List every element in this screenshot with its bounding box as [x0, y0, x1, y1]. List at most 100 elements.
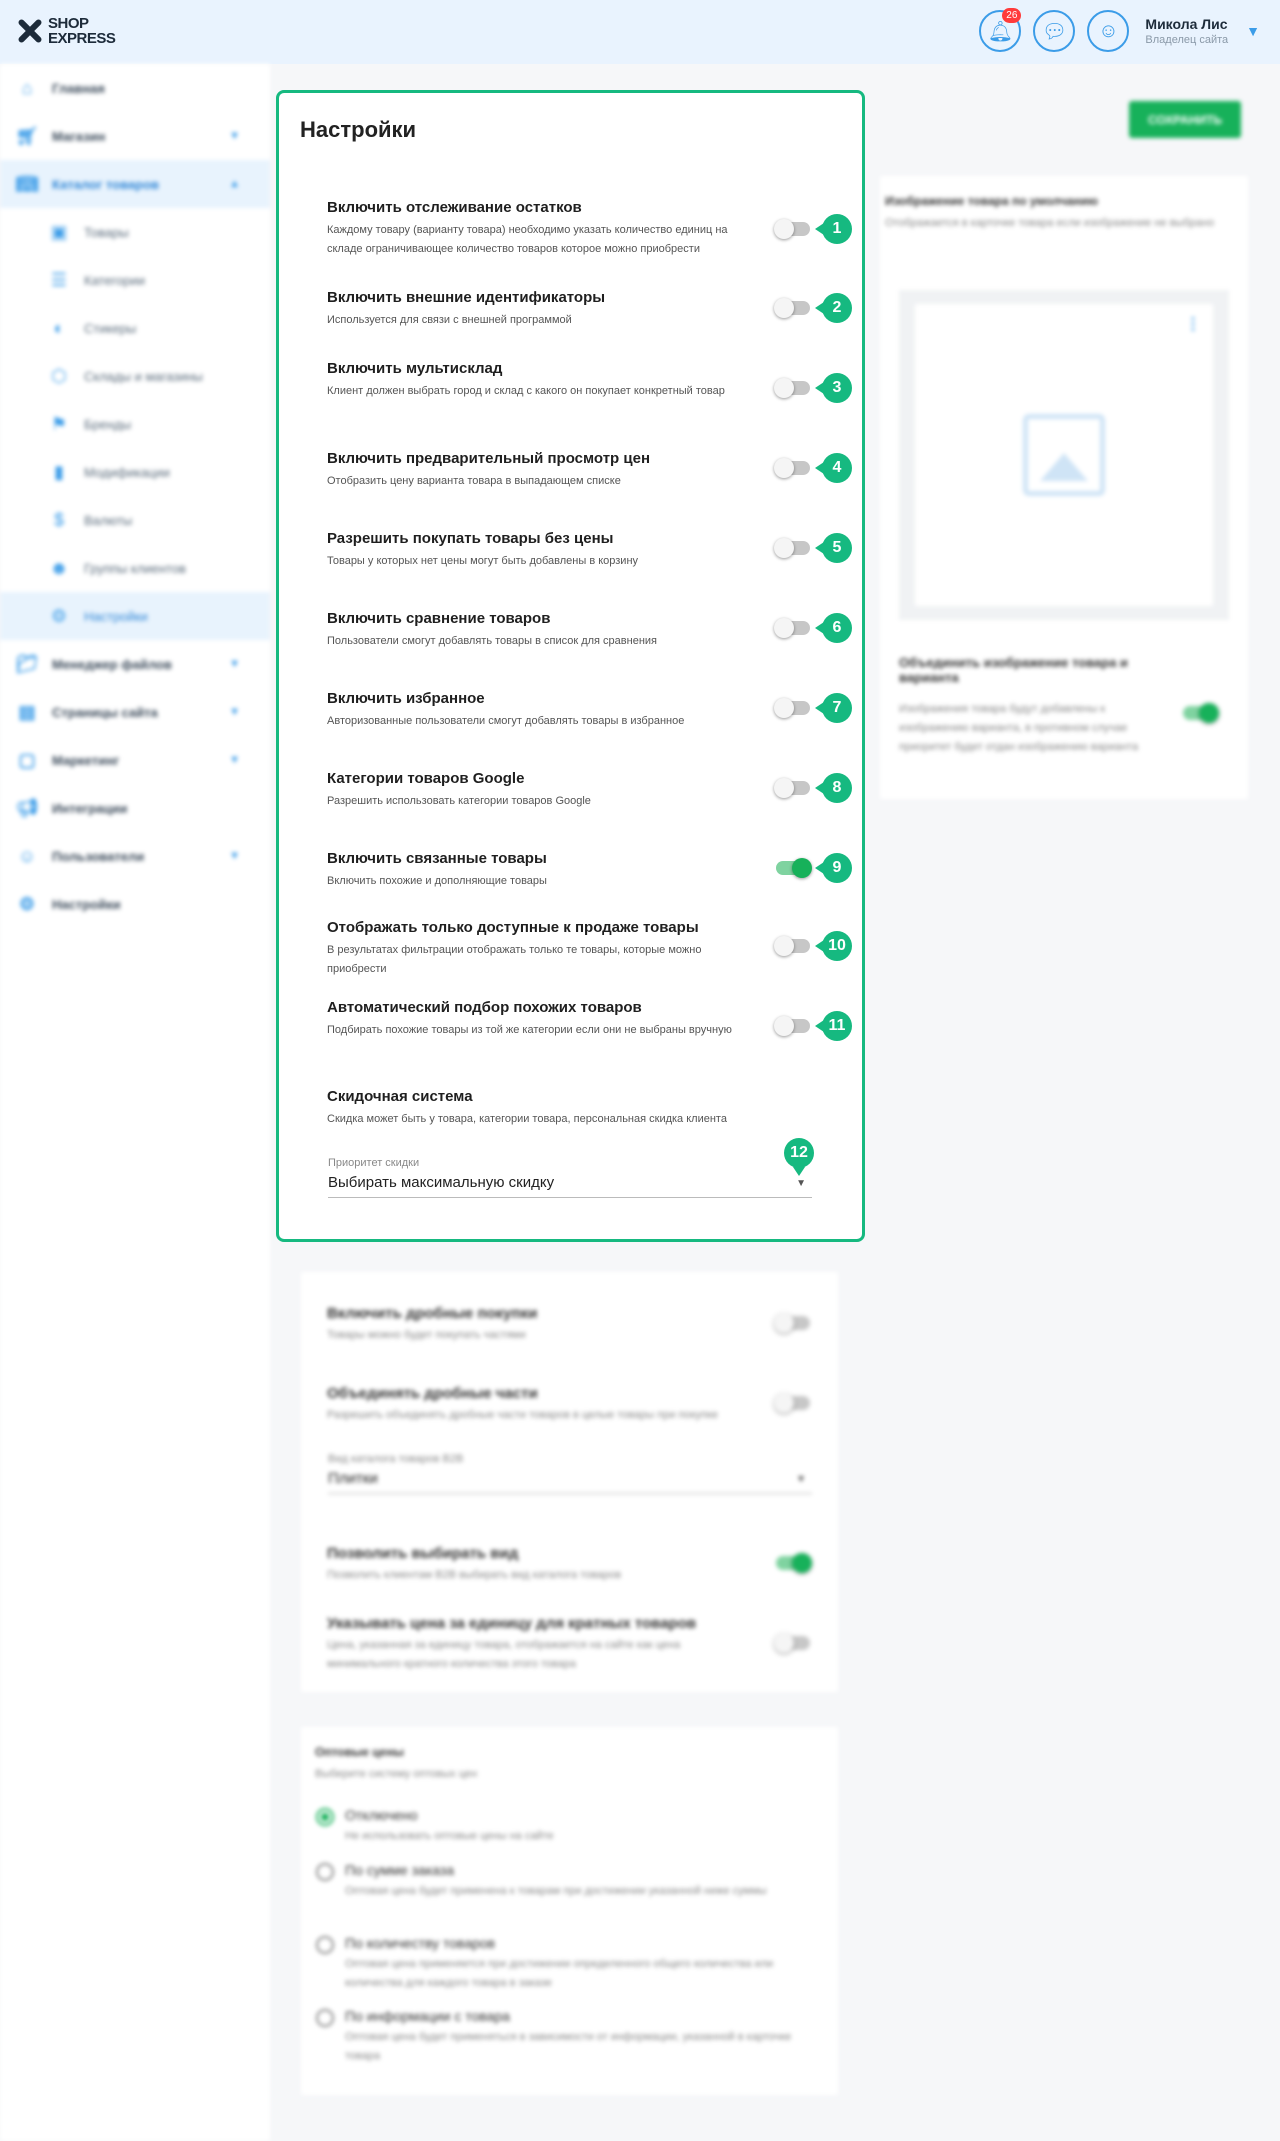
marker-badge: 6	[815, 613, 852, 643]
group-icon: ☻	[49, 557, 69, 578]
sidebar-item-settings[interactable]: ⚙ Настройки	[0, 880, 270, 928]
favorites-toggle[interactable]	[774, 698, 810, 718]
chevron-down-icon: ▼	[229, 706, 240, 718]
sidebar-item-label: Пользователи	[52, 848, 145, 864]
fractional-toggle[interactable]	[774, 1313, 810, 1333]
stock-tracking-toggle[interactable]	[774, 219, 810, 239]
merge-parts-toggle[interactable]	[774, 1393, 810, 1413]
sidebar-item-file-manager[interactable]: 📁︎ Менеджер файлов ▼	[0, 640, 270, 688]
pages-icon: ▤	[18, 701, 36, 722]
setting-desc: Разрешить использовать категории товаров…	[327, 795, 591, 807]
sidebar-item-users[interactable]: ☺ Пользователи ▼	[0, 832, 270, 880]
sidebar-item-categories[interactable]: ☰ Категории	[0, 256, 270, 304]
buy-without-price-toggle[interactable]	[774, 538, 810, 558]
marker-badge: 2	[815, 293, 852, 323]
available-only-toggle[interactable]	[774, 936, 810, 956]
multistock-toggle[interactable]	[774, 378, 810, 398]
wholesale-radio-off[interactable]	[316, 1808, 334, 1826]
megaphone-icon: 📢︎	[15, 797, 39, 818]
setting-available-only: Отображать только доступные к продаже то…	[327, 919, 747, 979]
sidebar-item-marketing[interactable]: ▢ Маркетинг ▼	[0, 736, 270, 784]
chevron-down-icon: ▼	[229, 130, 240, 142]
radio-label: По информации с товара	[345, 2008, 510, 2024]
merge-parts-title: Объединять дробные части	[327, 1385, 538, 1402]
choose-view-desc: Позволить клиентам B2B выбирать вид ката…	[327, 1569, 622, 1581]
wholesale-radio-by-quantity[interactable]	[316, 1936, 334, 1954]
setting-related-products: Включить связанные товары Включить похож…	[327, 850, 747, 891]
sidebar-item-label: Стикеры	[84, 320, 137, 336]
setting-desc: Товары у которых нет цены могут быть доб…	[327, 555, 639, 567]
setting-desc: Клиент должен выбрать город и склад с ка…	[327, 385, 725, 397]
user-info[interactable]: Микола Лис Владелец сайта	[1145, 16, 1228, 46]
sidebar-item-brands[interactable]: ⚑ Бренды	[0, 400, 270, 448]
chevron-down-icon[interactable]: ▼	[1246, 23, 1260, 39]
unit-price-desc: Цена, указанная за единицу товара, отобр…	[327, 1639, 681, 1670]
wholesale-radio-by-sum[interactable]	[316, 1863, 334, 1881]
sidebar-item-label: Склады и магазины	[84, 368, 203, 384]
chevron-down-icon: ▼	[229, 850, 240, 862]
logo[interactable]: SHOP EXPRESS	[14, 16, 116, 46]
marker-badge: 3	[815, 373, 852, 403]
save-button[interactable]: СОХРАНИТЬ	[1129, 101, 1241, 138]
setting-title: Автоматический подбор похожих товаров	[327, 999, 642, 1016]
notifications-button[interactable]: 🔔︎ 26	[979, 8, 1022, 52]
marker-badge: 7	[815, 693, 852, 723]
list-icon: ☰	[50, 269, 68, 290]
setting-external-ids: Включить внешние идентификаторы Использу…	[327, 289, 747, 330]
warehouse-icon: ⬡	[51, 365, 67, 386]
sidebar: ⌂ Главная 🛒︎ Магазин ▼ 📖︎ Каталог товаров ▲ ▣…	[0, 64, 270, 2141]
sidebar-item-catalog-settings[interactable]: ⚙ Настройки	[0, 592, 270, 640]
merge-images-toggle[interactable]	[1183, 703, 1219, 723]
sidebar-item-catalog[interactable]: 📖︎ Каталог товаров ▲	[0, 160, 270, 208]
sidebar-item-stickers[interactable]: ◐ Стикеры	[0, 304, 270, 352]
default-image-desc: Отображается в карточке товара если изоб…	[885, 217, 1215, 229]
chevron-down-icon: ▼	[229, 658, 240, 670]
gear-icon: ⚙	[50, 605, 68, 626]
chevron-up-icon: ▲	[229, 178, 240, 190]
compare-toggle[interactable]	[774, 618, 810, 638]
discount-priority-select[interactable]: Выбирать максимальную скидку ▼	[328, 1174, 812, 1198]
setting-desc: Включить похожие и дополняющие товары	[327, 875, 547, 887]
sidebar-item-products[interactable]: ▣ Товары	[0, 208, 270, 256]
setting-desc: Отобразить цену варианта товара в выпада…	[327, 475, 621, 487]
related-products-toggle[interactable]	[776, 858, 812, 878]
sidebar-item-home[interactable]: ⌂ Главная	[0, 64, 270, 112]
setting-desc: В результатах фильтрации отображать толь…	[327, 944, 702, 975]
sidebar-item-pages[interactable]: ▤ Страницы сайта ▼	[0, 688, 270, 736]
sidebar-item-label: Каталог товаров	[52, 176, 160, 192]
avatar[interactable]: ☺	[1087, 10, 1130, 52]
box-icon: ▣	[50, 221, 68, 242]
home-icon: ⌂	[21, 77, 33, 98]
user-name: Микола Лис	[1145, 16, 1228, 32]
setting-desc: Пользователи смогут добавлять товары в с…	[327, 635, 657, 647]
sidebar-item-integrations[interactable]: 📢︎ Интеграции	[0, 784, 270, 832]
google-categories-toggle[interactable]	[774, 778, 810, 798]
image-upload-area[interactable]: ⋮	[899, 290, 1229, 620]
sidebar-item-client-groups[interactable]: ☻ Группы клиентов	[0, 544, 270, 592]
sidebar-item-modifications[interactable]: ▮ Модификации	[0, 448, 270, 496]
sidebar-item-label: Категории	[84, 272, 145, 288]
auto-similar-toggle[interactable]	[774, 1016, 810, 1036]
setting-favorites: Включить избранное Авторизованные пользо…	[327, 690, 747, 731]
messages-button[interactable]: 💬︎	[1033, 10, 1076, 52]
image-placeholder-icon	[1023, 414, 1105, 496]
price-preview-toggle[interactable]	[774, 458, 810, 478]
book-icon: 📖︎	[15, 173, 39, 194]
wholesale-radio-by-product[interactable]	[316, 2009, 334, 2027]
sidebar-item-warehouses[interactable]: ⬡ Склады и магазины	[0, 352, 270, 400]
choose-view-toggle[interactable]	[776, 1553, 812, 1573]
setting-price-preview: Включить предварительный просмотр цен От…	[327, 450, 747, 491]
unit-price-toggle[interactable]	[774, 1633, 810, 1653]
external-ids-toggle[interactable]	[774, 298, 810, 318]
chevron-down-icon: ▼	[229, 754, 240, 766]
sidebar-item-currencies[interactable]: $ Валюты	[0, 496, 270, 544]
user-role: Владелец сайта	[1145, 34, 1229, 46]
sidebar-item-shop[interactable]: 🛒︎ Магазин ▼	[0, 112, 270, 160]
more-options-icon[interactable]: ⋮	[1185, 314, 1201, 334]
b2b-view-select[interactable]: Плитки ▼	[328, 1470, 812, 1494]
radio-label: По количеству товаров	[345, 1935, 496, 1951]
header-actions: 🔔︎ 26 💬︎ ☺ Микола Лис Владелец сайта ▼	[979, 8, 1260, 52]
setting-title: Скидочная система	[327, 1088, 473, 1105]
setting-title: Включить предварительный просмотр цен	[327, 450, 651, 467]
setting-title: Включить избранное	[327, 690, 485, 707]
